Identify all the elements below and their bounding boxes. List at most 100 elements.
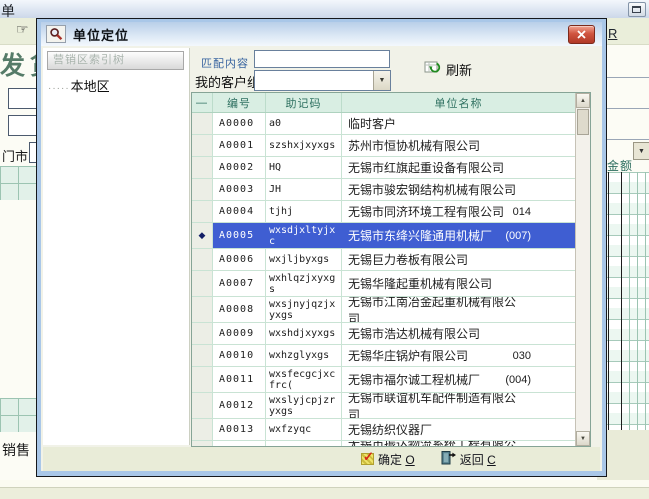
hand-pointer-icon: ☞ xyxy=(16,21,29,38)
divider xyxy=(607,77,649,78)
table-row[interactable]: A0007wxhlqzjxyxgs无锡华隆起重机械有限公司 xyxy=(192,271,575,297)
arrow-down-icon: ▼ xyxy=(580,436,586,442)
cell-unit-name: 无锡市同济环境工程有限公司 014 xyxy=(342,201,575,222)
table-row[interactable]: A0000a0 临时客户 xyxy=(192,113,575,135)
cell-unit-name: 无锡巨力卷板有限公司 xyxy=(342,249,575,270)
table-row[interactable]: A0006wxjljbyxgs无锡巨力卷板有限公司 xyxy=(192,249,575,271)
cell-mnemonic: wxjljbyxgs xyxy=(266,249,342,270)
cell-code: A0002 xyxy=(213,157,266,178)
divider xyxy=(607,108,649,109)
table-row[interactable]: A0010wxhzglyxgs 无锡华庄锅炉有限公司 030 xyxy=(192,345,575,367)
unit-name-text: 无锡市红旗起重设备有限公司 xyxy=(348,159,504,176)
region-tree-panel: 营销区索引树 ·····本地区 xyxy=(43,48,190,445)
arrow-up-icon: ▲ xyxy=(580,98,586,104)
cell-mnemonic: a0 xyxy=(266,113,342,134)
refresh-label: 刷新 xyxy=(446,60,472,79)
tree-item-local-region[interactable]: ·····本地区 xyxy=(48,76,110,95)
table-row[interactable]: A0011wxsfecgcjxcfrc( 无锡市福尔诚工程机械厂 (004) xyxy=(192,367,575,393)
unit-name-text: 无锡市东绛兴隆通用机械厂 xyxy=(348,227,492,244)
table-row[interactable]: ◆A0005wxsdjxltyjxc无锡市东绛兴隆通用机械厂(007) xyxy=(192,223,575,249)
magnifier-icon xyxy=(46,25,66,43)
table-row[interactable]: A0009wxshdjxyxgs无锡市浩达机械有限公司 xyxy=(192,323,575,345)
cell-unit-name: 无锡市东绛兴隆通用机械厂(007) xyxy=(342,223,575,248)
return-button[interactable]: 返回 C xyxy=(441,450,496,468)
check-icon: ✓ xyxy=(361,453,374,465)
unit-table: — 编号 助记码 单位名称 A0000a0临时客户A0001szshxjxyxg… xyxy=(191,92,591,447)
cell-code: A0010 xyxy=(213,345,266,366)
row-selection-indicator xyxy=(192,271,213,296)
unit-name-text: 无锡市福尔诚工程机械厂 xyxy=(348,371,480,388)
screen: 单 ☞ 回R 发货 门市 3 ▼ 计金额 销售 单位定位 xyxy=(0,0,649,499)
cell-mnemonic: wxsdjxltyjxc xyxy=(266,223,342,248)
refresh-button[interactable]: 刷新 xyxy=(424,59,472,80)
background-grid xyxy=(0,398,37,432)
customer-group-combobox[interactable]: ▼ xyxy=(254,70,391,91)
vertical-scrollbar[interactable]: ▲ ▼ xyxy=(575,93,590,446)
scroll-up-button[interactable]: ▲ xyxy=(576,93,590,108)
cell-mnemonic: wxfzyqc xyxy=(266,419,342,440)
cell-unit-name: 无锡华庄锅炉有限公司 030 xyxy=(342,345,575,366)
cell-mnemonic: tjhj xyxy=(266,201,342,222)
cell-code: A0013 xyxy=(213,419,266,440)
unit-name-text: 无锡市联谊机车配件制造有限公司 xyxy=(348,393,523,418)
cell-code: A0000 xyxy=(213,113,266,134)
row-selection-indicator xyxy=(192,179,213,200)
table-row[interactable]: A0001szshxjxyxgs苏州市恒协机械有限公司 xyxy=(192,135,575,157)
match-content-input[interactable] xyxy=(254,50,390,68)
cell-mnemonic: wxshdjxyxgs xyxy=(266,323,342,344)
menshi-label: 门市 xyxy=(2,146,28,165)
table-row[interactable]: A0002HQ无锡市红旗起重设备有限公司 xyxy=(192,157,575,179)
close-button[interactable] xyxy=(568,25,595,44)
cell-mnemonic: wxhlqzjxyxgs xyxy=(266,271,342,296)
cell-mnemonic: wxsjnyjqzjxyxgs xyxy=(266,297,342,322)
match-content-label: 匹配内容 xyxy=(201,55,249,71)
unit-name-text: 无锡纺织仪器厂 xyxy=(348,421,432,438)
row-selection-indicator xyxy=(192,441,213,446)
unit-name-text: 无锡市同济环境工程有限公司 xyxy=(348,203,504,220)
cell-code: A0012 xyxy=(213,393,266,418)
unit-locate-dialog: 单位定位 营销区索引树 ·····本地区 匹配内容 我的客户组 ▼ xyxy=(36,18,607,477)
scroll-down-button[interactable]: ▼ xyxy=(576,431,590,446)
unit-name-tag: 014 xyxy=(513,206,531,218)
header-code[interactable]: 编号 xyxy=(213,93,266,112)
dialog-titlebar[interactable]: 单位定位 xyxy=(41,22,602,46)
row-selection-indicator: ◆ xyxy=(192,223,213,248)
unit-name-text: 临时客户 xyxy=(348,115,396,132)
cell-code: A0011 xyxy=(213,367,266,392)
row-selection-indicator xyxy=(192,419,213,440)
table-row[interactable]: A0014wxszdwlxtsc无锡市振达物流系统工程有限公司 xyxy=(192,441,575,446)
cell-code: A0005 xyxy=(213,223,266,248)
divider xyxy=(607,139,649,140)
table-row[interactable]: A0013wxfzyqc 无锡纺织仪器厂 xyxy=(192,419,575,441)
cell-unit-name: 无锡市红旗起重设备有限公司 xyxy=(342,157,575,178)
header-mnemonic[interactable]: 助记码 xyxy=(266,93,342,112)
header-unit-name[interactable]: 单位名称 xyxy=(342,93,575,112)
cell-unit-name: 无锡市江南冶金起重机械有限公司 xyxy=(342,297,575,322)
table-row[interactable]: A0012wxslyjcpjzryxgs无锡市联谊机车配件制造有限公司 xyxy=(192,393,575,419)
cell-mnemonic: wxsfecgcjxcfrc( xyxy=(266,367,342,392)
cell-mnemonic: wxhzglyxgs xyxy=(266,345,342,366)
cell-unit-name: 无锡纺织仪器厂 xyxy=(342,419,575,440)
unit-name-tag: 030 xyxy=(513,350,531,362)
cell-mnemonic: JH xyxy=(266,179,342,200)
unit-name-text: 苏州市恒协机械有限公司 xyxy=(348,137,480,154)
unit-name-text: 无锡市骏宏钢结构机械有限公司 xyxy=(348,181,516,198)
table-row[interactable]: A0008wxsjnyjqzjxyxgs无锡市江南冶金起重机械有限公司 xyxy=(192,297,575,323)
table-row[interactable]: A0003JH无锡市骏宏钢结构机械有限公司 xyxy=(192,179,575,201)
unit-name-tag: (004) xyxy=(505,374,531,386)
cell-mnemonic: wxszdwlxtsc xyxy=(266,441,342,446)
background-combo-arrow[interactable]: ▼ xyxy=(633,142,649,160)
scrollbar-thumb[interactable] xyxy=(577,109,589,135)
cell-code: A0009 xyxy=(213,323,266,344)
restore-icon xyxy=(632,6,641,13)
restore-button[interactable] xyxy=(628,2,646,17)
row-selection-indicator xyxy=(192,393,213,418)
cell-code: A0006 xyxy=(213,249,266,270)
combo-dropdown-button[interactable]: ▼ xyxy=(373,71,390,90)
table-row[interactable]: A0004tjhj无锡市同济环境工程有限公司014 xyxy=(192,201,575,223)
cell-unit-name: 临时客户 xyxy=(342,113,575,134)
unit-name-text: 无锡华庄锅炉有限公司 xyxy=(348,347,468,364)
dialog-footer: ✓ 确定 O 返回 C xyxy=(43,447,600,471)
ok-button[interactable]: ✓ 确定 O xyxy=(361,450,415,468)
cell-mnemonic: szshxjxyxgs xyxy=(266,135,342,156)
